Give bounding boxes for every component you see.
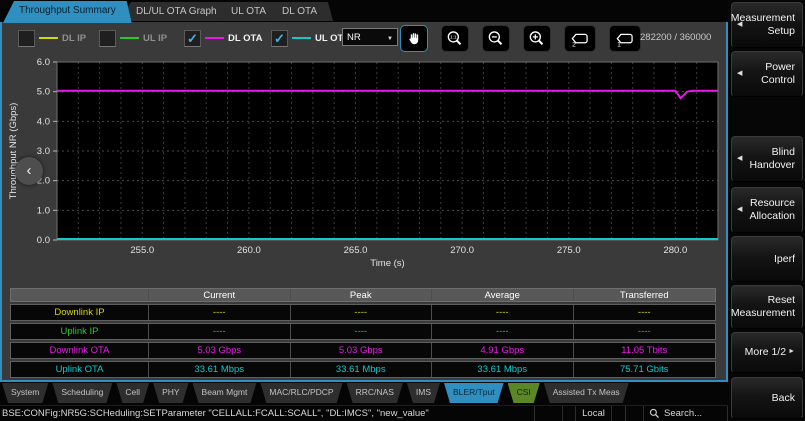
marker-1-icon: 1 (613, 29, 637, 49)
tab-ims[interactable]: IMS (407, 383, 440, 403)
pan-tool-button[interactable] (400, 25, 428, 52)
y-axis-label: Throughput NR (Gbps) (8, 103, 19, 200)
legend-dl-ota: DL OTA (184, 29, 262, 47)
resource-allocation-button[interactable]: Resource Allocation (731, 187, 803, 233)
dl-ota-color-swatch (205, 37, 224, 39)
tab-scheduling[interactable]: Scheduling (52, 383, 112, 403)
measurement-setup-button[interactable]: Measurement Setup (731, 2, 803, 48)
status-spacer (535, 406, 563, 421)
chevron-down-icon (387, 32, 393, 43)
more-pages-button[interactable]: More 1/2 (731, 332, 803, 373)
marker-2-button[interactable]: 2 (564, 25, 596, 52)
tab-dl-ota[interactable]: DL OTA (266, 2, 333, 21)
table-row-uplink-ota: Uplink OTA 33.61 Mbps 33.61 Mbps 33.61 M… (10, 361, 716, 378)
col-current: Current (149, 289, 291, 301)
marker-1-button[interactable]: 1 (609, 25, 641, 52)
x-tick-label: 280.0 (663, 245, 687, 256)
tab-assisted-tx-meas[interactable]: Assisted Tx Meas (544, 383, 629, 403)
dl-ip-color-swatch (39, 37, 58, 39)
y-tick-label: 6.0 (37, 57, 50, 68)
ul-ip-color-swatch (120, 37, 139, 39)
y-tick-label: 3.0 (37, 146, 50, 157)
dl-ip-label: DL IP (62, 33, 86, 44)
ul-ip-checkbox[interactable] (99, 30, 116, 47)
svg-text:1: 1 (617, 41, 621, 48)
collapse-panel-handle[interactable] (15, 157, 43, 185)
status-bar: BSE:CONFig:NR5G:SCHeduling:SETParameter … (0, 405, 728, 421)
app-window: Throughput Summary DL/UL OTA Graph UL OT… (0, 0, 805, 421)
table-header-row: Current Peak Average Transferred (10, 288, 716, 302)
y-tick-label: 1.0 (37, 205, 50, 216)
dl-ip-checkbox[interactable] (18, 30, 35, 47)
zoom-out-button[interactable] (482, 25, 510, 52)
throughput-table: Current Peak Average Transferred Downlin… (10, 288, 716, 378)
tab-cell[interactable]: Cell (116, 383, 149, 403)
svg-text:1:1: 1:1 (450, 34, 457, 39)
tab-system[interactable]: System (2, 383, 48, 403)
dl-ota-checkbox[interactable] (184, 30, 201, 47)
throughput-chart[interactable]: 0.01.02.03.04.05.06.0255.0260.0265.0270.… (2, 55, 726, 281)
top-tab-bar: Throughput Summary DL/UL OTA Graph UL OT… (0, 0, 728, 22)
tab-beam-mgmt[interactable]: Beam Mgmt (193, 383, 257, 403)
dl-ota-label: DL OTA (228, 33, 262, 44)
softkey-sidebar: Measurement Setup Power Control Blind Ha… (728, 0, 805, 421)
zoom-1to1-button[interactable]: 1:1 (441, 25, 469, 52)
col-peak: Peak (291, 289, 433, 301)
technology-dropdown[interactable]: NR (342, 28, 398, 46)
tab-dlul-ota-graph[interactable]: DL/UL OTA Graph (120, 2, 233, 21)
tab-bler-tput[interactable]: BLER/Tput (444, 383, 504, 403)
y-tick-label: 0.0 (37, 235, 50, 246)
table-row-uplink-ip: Uplink IP ---- ---- ---- ---- (10, 323, 716, 340)
sample-counter: 282200 / 360000 (640, 32, 711, 43)
zoom-1to1-icon: 1:1 (445, 29, 465, 49)
search-placeholder: Search... (664, 406, 702, 421)
power-control-button[interactable]: Power Control (731, 51, 803, 97)
status-spacer (612, 406, 626, 421)
legend-ul-ota: UL OTA (271, 29, 349, 47)
y-tick-label: 4.0 (37, 116, 50, 127)
local-mode-indicator: Local (576, 406, 612, 421)
x-tick-label: 275.0 (557, 245, 581, 256)
tab-rrc-nas[interactable]: RRC/NAS (347, 383, 403, 403)
ul-ip-label: UL IP (143, 33, 167, 44)
legend-dl-ip: DL IP (18, 29, 86, 47)
reset-measurement-button[interactable]: Reset Measurement (731, 285, 803, 329)
status-spacer (563, 406, 576, 421)
tab-csi[interactable]: CSI (508, 383, 540, 403)
svg-text:2: 2 (572, 41, 576, 48)
col-average: Average (432, 289, 574, 301)
marker-2-icon: 2 (568, 29, 592, 49)
col-transferred: Transferred (574, 289, 716, 301)
tab-throughput-summary[interactable]: Throughput Summary (3, 1, 132, 23)
zoom-in-icon (527, 29, 547, 49)
bottom-tab-bar: System Scheduling Cell PHY Beam Mgmt MAC… (0, 383, 728, 404)
scpi-command-log: BSE:CONFig:NR5G:SCHeduling:SETParameter … (0, 406, 535, 421)
table-row-downlink-ip: Downlink IP ---- ---- ---- ---- (10, 304, 716, 321)
throughput-summary-panel: DL IP UL IP DL OTA UL OTA NR (0, 20, 728, 382)
technology-dropdown-value: NR (347, 32, 361, 43)
y-tick-label: 5.0 (37, 87, 50, 98)
x-tick-label: 260.0 (237, 245, 261, 256)
legend-ul-ip: UL IP (99, 29, 167, 47)
tab-mac-rlc-pdcp[interactable]: MAC/RLC/PDCP (260, 383, 342, 403)
back-button[interactable]: Back (731, 377, 803, 419)
x-tick-label: 255.0 (130, 245, 154, 256)
iperf-button[interactable]: Iperf (731, 236, 803, 282)
hand-icon (404, 29, 424, 49)
tab-phy[interactable]: PHY (153, 383, 188, 403)
search-icon (649, 408, 660, 419)
ul-ota-color-swatch (292, 37, 311, 39)
x-tick-label: 270.0 (450, 245, 474, 256)
zoom-in-button[interactable] (523, 25, 551, 52)
x-axis-label: Time (s) (370, 258, 404, 269)
blind-handover-button[interactable]: Blind Handover (731, 136, 803, 182)
zoom-out-icon (486, 29, 506, 49)
search-box[interactable]: Search... (644, 406, 728, 421)
x-tick-label: 265.0 (344, 245, 368, 256)
chart-toolbar: 1:1 2 (400, 25, 641, 52)
ul-ota-checkbox[interactable] (271, 30, 288, 47)
status-spacer (626, 406, 644, 421)
table-row-downlink-ota: Downlink OTA 5.03 Gbps 5.03 Gbps 4.91 Gb… (10, 342, 716, 359)
